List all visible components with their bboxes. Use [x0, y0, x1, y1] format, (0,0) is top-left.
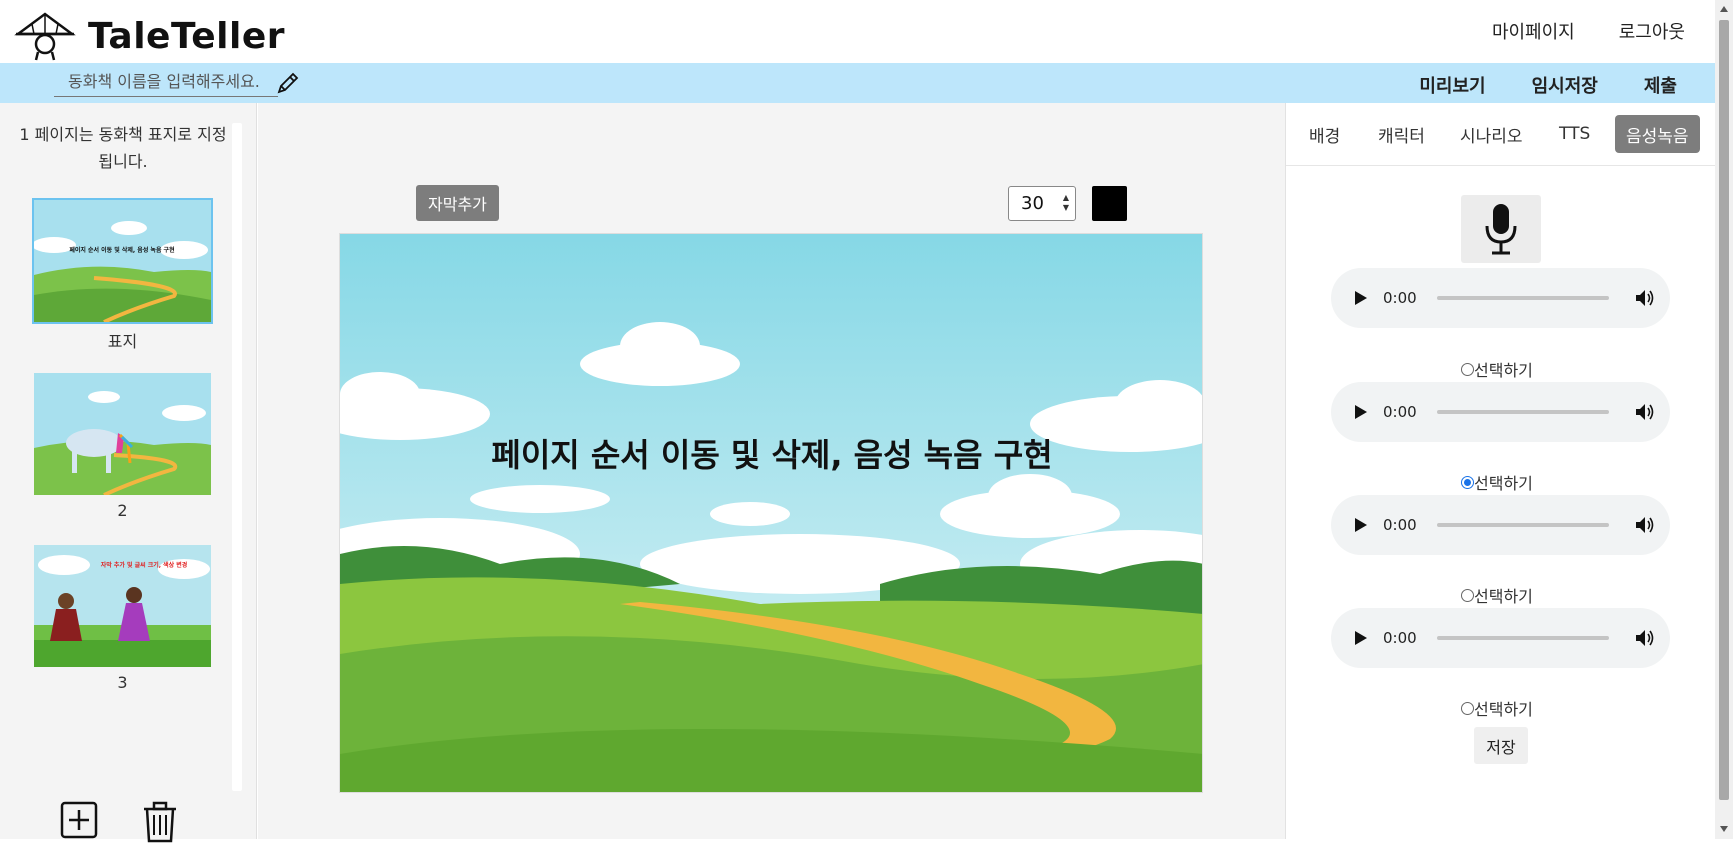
trash-icon[interactable]	[138, 799, 182, 843]
play-icon[interactable]	[1355, 631, 1367, 645]
meadow-thumbnail: 페이지 순서 이동 및 삭제, 음성 녹음 구현	[34, 200, 211, 322]
page-thumbnail-cover[interactable]: 페이지 순서 이동 및 삭제, 음성 녹음 구현	[32, 198, 213, 324]
tab-tts[interactable]: TTS	[1548, 115, 1601, 153]
audio-player: 0:00	[1331, 495, 1670, 555]
add-caption-button[interactable]: 자막추가	[416, 185, 499, 221]
play-icon[interactable]	[1355, 518, 1367, 532]
page-editor: 자막추가 30 ▲ ▼ 페이지 순서 이동 및 삭제, 음성 녹음 구현	[258, 103, 1285, 839]
page-label-cover: 표지	[107, 332, 138, 351]
save-recording-button[interactable]: 저장	[1474, 727, 1528, 764]
stepper-arrows[interactable]: ▲ ▼	[1063, 193, 1069, 213]
submit-button[interactable]: 제출	[1644, 72, 1677, 98]
scrollbar-thumb[interactable]	[1719, 20, 1729, 800]
tab-background[interactable]: 배경	[1298, 115, 1351, 153]
page-label-3: 3	[117, 673, 128, 692]
audio-progress[interactable]	[1436, 410, 1609, 414]
select-label: 선택하기	[1474, 474, 1533, 493]
select-recording-2[interactable]: 선택하기	[1461, 470, 1533, 494]
audio-time: 0:00	[1383, 289, 1417, 307]
volume-icon[interactable]	[1635, 403, 1655, 421]
unicorn-thumbnail	[34, 373, 211, 495]
add-page-icon[interactable]	[58, 799, 102, 843]
meadow-background-image: 페이지 순서 이동 및 삭제, 음성 녹음 구현	[340, 234, 1202, 792]
preview-button[interactable]: 미리보기	[1419, 72, 1485, 98]
audio-time: 0:00	[1383, 629, 1417, 647]
storyteller-hat-icon	[14, 12, 76, 61]
select-recording-1[interactable]: 선택하기	[1461, 357, 1533, 381]
page-tools	[58, 799, 182, 843]
volume-icon[interactable]	[1635, 629, 1655, 647]
book-title-field	[54, 67, 278, 97]
tab-voice-recording[interactable]: 음성녹음	[1615, 115, 1700, 153]
font-size-value: 30	[1021, 193, 1044, 214]
page-list-panel: 1 페이지는 동화책 표지로 지정됩니다. 페이지 순서 이동 및 삭제, 음성…	[0, 103, 257, 843]
canvas-caption[interactable]: 페이지 순서 이동 및 삭제, 음성 녹음 구현	[491, 436, 1052, 474]
audio-progress[interactable]	[1436, 636, 1609, 640]
play-icon[interactable]	[1355, 405, 1367, 419]
select-label: 선택하기	[1474, 361, 1533, 380]
audio-player: 0:00	[1331, 268, 1670, 328]
audio-progress[interactable]	[1436, 523, 1609, 527]
radio-button-selected[interactable]	[1461, 475, 1474, 489]
tools-panel: 배경 캐릭터 시나리오 TTS 음성녹음 0:00 선택하기 0:00 선택하기…	[1285, 103, 1716, 839]
book-toolbar: 미리보기 임시저장 제출	[0, 63, 1715, 103]
audio-progress[interactable]	[1436, 296, 1609, 300]
temp-save-button[interactable]: 임시저장	[1532, 72, 1598, 98]
radio-button[interactable]	[1461, 588, 1474, 602]
tool-tabs: 배경 캐릭터 시나리오 TTS 음성녹음	[1286, 103, 1716, 166]
page-thumbnail-3[interactable]: 자막 추가 및 글씨 크기, 색상 변경	[34, 545, 211, 667]
pencil-icon[interactable]	[276, 71, 300, 95]
select-label: 선택하기	[1474, 587, 1533, 606]
page-thumbnail-2[interactable]	[34, 373, 211, 495]
cover-note: 1 페이지는 동화책 표지로 지정됩니다.	[19, 125, 227, 171]
audio-player: 0:00	[1331, 608, 1670, 668]
radio-button[interactable]	[1461, 701, 1474, 715]
thumbnail-caption: 자막 추가 및 글씨 크기, 색상 변경	[101, 561, 188, 569]
font-size-stepper[interactable]: 30 ▲ ▼	[1008, 186, 1076, 221]
text-color-picker[interactable]	[1092, 186, 1127, 221]
select-recording-4[interactable]: 선택하기	[1461, 696, 1533, 720]
play-icon[interactable]	[1355, 291, 1367, 305]
window-scrollbar[interactable]	[1715, 0, 1733, 839]
select-recording-3[interactable]: 선택하기	[1461, 583, 1533, 607]
select-label: 선택하기	[1474, 700, 1533, 719]
record-button[interactable]	[1461, 195, 1541, 263]
microphone-icon	[1485, 204, 1517, 255]
audio-player: 0:00	[1331, 382, 1670, 442]
tab-scenario[interactable]: 시나리오	[1449, 115, 1534, 153]
page-list-scrollbar[interactable]	[232, 123, 242, 791]
app-name: TaleTeller	[88, 15, 286, 57]
mypage-link[interactable]: 마이페이지	[1492, 18, 1575, 44]
app-header: TaleTeller 마이페이지 로그아웃	[0, 0, 1715, 63]
tab-character[interactable]: 캐릭터	[1367, 115, 1436, 153]
audio-time: 0:00	[1383, 516, 1417, 534]
top-nav: 마이페이지 로그아웃	[1492, 18, 1685, 44]
volume-icon[interactable]	[1635, 289, 1655, 307]
logo[interactable]: TaleTeller	[14, 10, 285, 62]
thumbnail-caption: 페이지 순서 이동 및 삭제, 음성 녹음 구현	[69, 246, 174, 254]
radio-button[interactable]	[1461, 362, 1474, 376]
toolbar-actions: 미리보기 임시저장 제출	[1419, 72, 1677, 98]
book-title-input[interactable]	[54, 72, 278, 91]
page-label-2: 2	[117, 501, 128, 520]
logout-link[interactable]: 로그아웃	[1619, 18, 1685, 44]
characters-thumbnail: 자막 추가 및 글씨 크기, 색상 변경	[34, 545, 211, 667]
audio-time: 0:00	[1383, 403, 1417, 421]
volume-icon[interactable]	[1635, 516, 1655, 534]
scroll-up-arrow-icon[interactable]	[1720, 6, 1728, 12]
page-canvas[interactable]: 페이지 순서 이동 및 삭제, 음성 녹음 구현	[339, 233, 1203, 793]
scroll-down-arrow-icon[interactable]	[1720, 826, 1728, 832]
